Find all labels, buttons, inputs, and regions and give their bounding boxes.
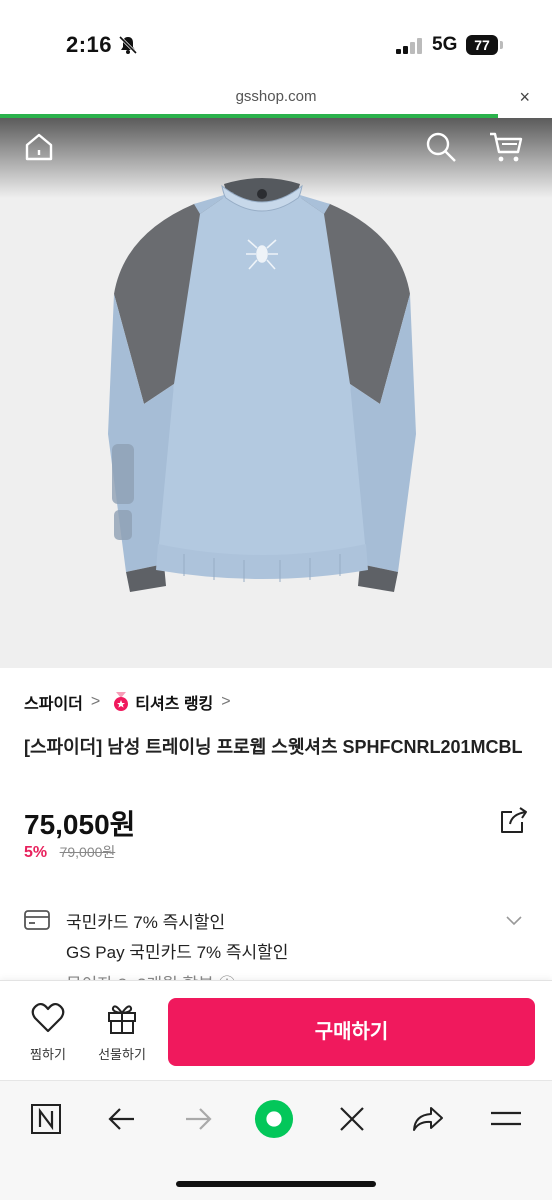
gift-icon bbox=[108, 1005, 136, 1034]
gift-button[interactable]: 선물하기 bbox=[90, 1001, 154, 1071]
close-icon[interactable]: × bbox=[519, 87, 530, 108]
battery-level: 77 bbox=[466, 35, 498, 55]
naver-icon bbox=[31, 1104, 61, 1134]
naver-home-button[interactable] bbox=[26, 1099, 66, 1139]
green-dot-icon bbox=[254, 1099, 294, 1139]
breadcrumb-chevron: > bbox=[90, 693, 101, 710]
back-arrow-icon bbox=[108, 1108, 134, 1130]
benefit-card-discount: 국민카드 7% 즉시할인 bbox=[66, 913, 226, 932]
heart-icon bbox=[31, 1002, 65, 1033]
benefit-gspay-discount: GS Pay 국민카드 7% 즉시할인 bbox=[66, 943, 289, 962]
buy-button[interactable]: 구매하기 bbox=[168, 998, 535, 1066]
original-price: 79,000원 bbox=[59, 844, 116, 860]
gift-label: 선물하기 bbox=[98, 1047, 146, 1062]
home-icon[interactable] bbox=[22, 130, 56, 164]
green-dot-button[interactable] bbox=[254, 1099, 294, 1139]
share-arrow-icon bbox=[413, 1107, 443, 1131]
network-type: 5G bbox=[432, 34, 458, 55]
menu-icon bbox=[491, 1111, 521, 1126]
sale-price: 75,050원 bbox=[24, 809, 136, 840]
home-indicator bbox=[176, 1181, 376, 1187]
url-domain[interactable]: gsshop.com bbox=[0, 88, 552, 105]
forward-button[interactable] bbox=[178, 1099, 218, 1139]
brand-link[interactable]: 스파이더 bbox=[24, 690, 83, 714]
signal-icon bbox=[396, 38, 422, 54]
product-title: [스파이더] 남성 트레이닝 프로웹 스웻셔츠 SPHFCNRL201MCBL bbox=[24, 737, 523, 757]
back-button[interactable] bbox=[102, 1099, 142, 1139]
menu-button[interactable] bbox=[486, 1099, 526, 1139]
ranking-link[interactable]: 티셔츠 랭킹 bbox=[135, 690, 213, 714]
discount-rate: 5% bbox=[24, 844, 48, 861]
purchase-action-bar: 찜하기 선물하기 구매하기 bbox=[0, 980, 552, 1080]
benefit-installment: 무이자 2~3개월 할부 ⓘ bbox=[66, 970, 236, 980]
cart-icon[interactable] bbox=[488, 130, 524, 164]
battery-icon: 77 bbox=[466, 35, 504, 55]
bell-muted-icon bbox=[118, 35, 138, 55]
url-bar[interactable]: gsshop.com × bbox=[0, 87, 552, 116]
close-icon bbox=[340, 1107, 364, 1131]
product-photo-sweatshirt bbox=[108, 178, 416, 592]
breadcrumb: 스파이더 > 티셔츠 랭킹 > bbox=[24, 690, 243, 714]
breadcrumb-chevron: > bbox=[221, 693, 231, 710]
forward-arrow-icon bbox=[186, 1108, 212, 1130]
status-bar: 2:16 5G 77 bbox=[0, 0, 552, 88]
chevron-down-icon[interactable] bbox=[504, 910, 524, 930]
share-icon[interactable] bbox=[498, 806, 530, 836]
card-icon bbox=[24, 910, 50, 930]
status-time: 2:16 bbox=[66, 32, 113, 57]
discount-row: 5% 79,000원 bbox=[24, 842, 115, 862]
wish-label: 찜하기 bbox=[30, 1047, 66, 1062]
product-image[interactable] bbox=[0, 118, 552, 668]
share-button[interactable] bbox=[408, 1099, 448, 1139]
search-icon[interactable] bbox=[424, 130, 458, 164]
browser-toolbar bbox=[0, 1080, 552, 1200]
close-tab-button[interactable] bbox=[332, 1099, 372, 1139]
wish-button[interactable]: 찜하기 bbox=[18, 1001, 78, 1071]
medal-icon bbox=[114, 692, 129, 711]
